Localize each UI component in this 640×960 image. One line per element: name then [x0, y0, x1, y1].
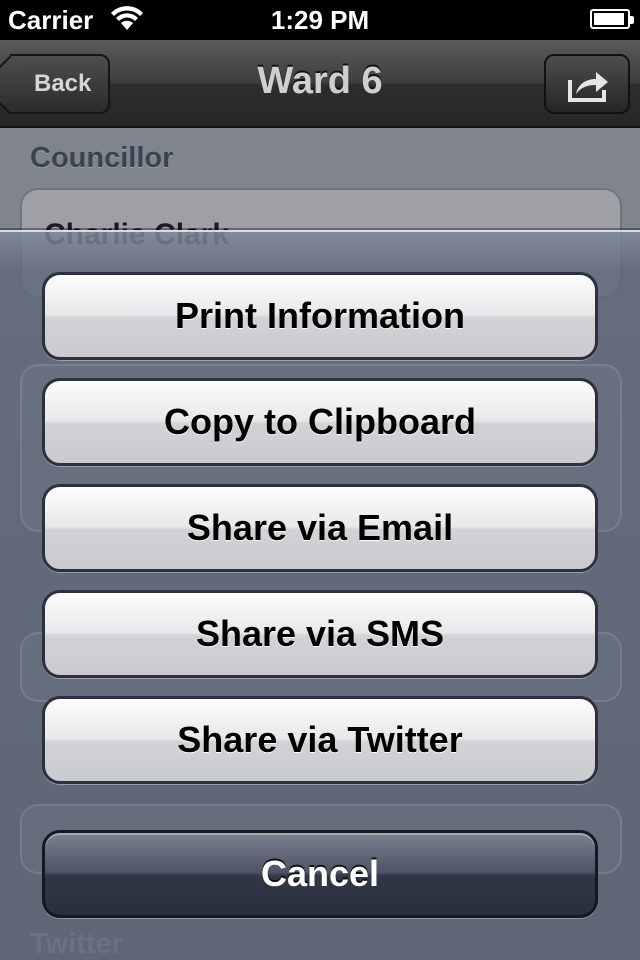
status-time: 1:29 PM — [270, 5, 370, 35]
share-via-email-button[interactable]: Share via Email — [42, 484, 598, 572]
twitter-section-label: Twitter — [30, 928, 123, 960]
status-bar: Carrier 1:29 PM — [0, 0, 640, 40]
dim-overlay — [0, 128, 640, 230]
print-information-button[interactable]: Print Information — [42, 272, 598, 360]
share-button[interactable] — [544, 54, 630, 114]
battery-icon — [590, 9, 634, 29]
action-sheet: Print Information Copy to Clipboard Shar… — [0, 230, 640, 960]
share-via-twitter-button[interactable]: Share via Twitter — [42, 696, 598, 784]
share-arrow-icon — [568, 72, 608, 102]
share-via-sms-button[interactable]: Share via SMS — [42, 590, 598, 678]
cancel-button[interactable]: Cancel — [42, 830, 598, 918]
copy-to-clipboard-button[interactable]: Copy to Clipboard — [42, 378, 598, 466]
navigation-bar: Back Ward 6 — [0, 40, 640, 128]
